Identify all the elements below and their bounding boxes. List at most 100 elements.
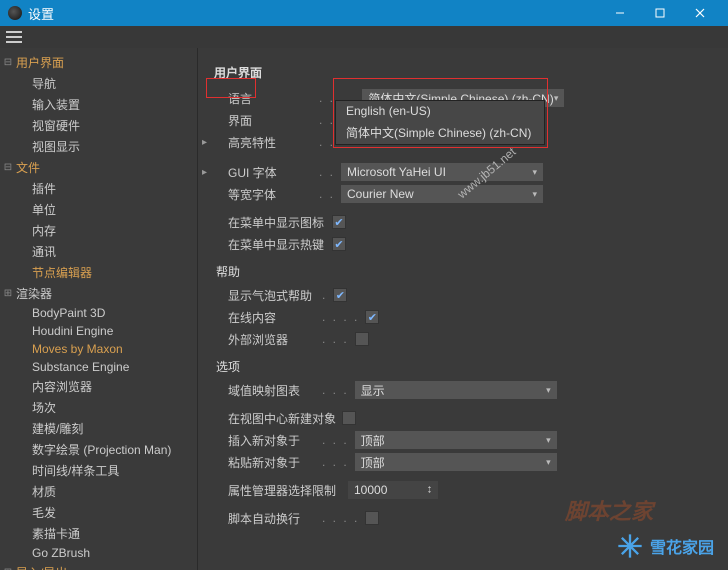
sidebar-item[interactable]: 单位 (0, 199, 197, 220)
chevron-down-icon: ▾ (546, 457, 551, 468)
dropdown-gamut[interactable]: 显示 ▾ (355, 381, 557, 399)
row-gamut: 域值映射图表 . . . 显示 ▾ (214, 379, 712, 401)
label-interface: 界面 (214, 112, 319, 129)
sidebar-item[interactable]: ⊟文件 (0, 157, 197, 178)
label-insert-at: 插入新对象于 (214, 432, 322, 449)
dropdown-option[interactable]: English (en-US) (336, 101, 544, 121)
sidebar-item[interactable]: 建模/雕刻 (0, 418, 197, 439)
checkbox-online[interactable]: ✔ (365, 310, 379, 324)
sidebar-item[interactable]: ⊞渲染器 (0, 283, 197, 304)
sidebar-item[interactable]: 毛发 (0, 502, 197, 523)
sidebar-item[interactable]: 插件 (0, 178, 197, 199)
dropdown-mono-font-value: Courier New (347, 187, 414, 201)
titlebar: 设置 (0, 0, 728, 26)
row-paste-at: 粘贴新对象于 . . . 顶部 ▾ (214, 451, 712, 473)
sidebar-item[interactable]: 导航 (0, 73, 197, 94)
chevron-down-icon: ▾ (554, 93, 559, 104)
sidebar-item[interactable]: 视图显示 (0, 136, 197, 157)
sidebar-item[interactable]: 材质 (0, 481, 197, 502)
row-external: 外部浏览器 . . . (214, 328, 712, 350)
row-insert-at: 插入新对象于 . . . 顶部 ▾ (214, 429, 712, 451)
minimize-button[interactable] (600, 0, 640, 26)
dropdown-mono-font[interactable]: Courier New ▾ (341, 185, 543, 203)
input-attr-limit[interactable]: 10000 ⭥ (348, 481, 438, 499)
checkbox-external[interactable] (355, 332, 369, 346)
row-script-wrap: 脚本自动换行 . . . . (214, 507, 712, 529)
sidebar-item[interactable]: Houdini Engine (0, 322, 197, 340)
dots: . . (319, 165, 335, 179)
row-online: 在线内容 . . . . ✔ (214, 306, 712, 328)
sidebar[interactable]: ⊟用户界面导航输入装置视窗硬件视图显示⊟文件插件单位内存通讯节点编辑器⊞渲染器B… (0, 48, 198, 570)
chevron-right-icon[interactable]: ▸ (202, 167, 207, 178)
window-controls (600, 0, 720, 26)
sidebar-item[interactable]: ⊞导入/导出 (0, 562, 197, 570)
sidebar-item[interactable]: 场次 (0, 397, 197, 418)
row-gui-font: ▸ GUI 字体 . . Microsoft YaHei UI ▾ (214, 161, 712, 183)
label-bubble: 显示气泡式帮助 (214, 287, 322, 304)
sidebar-item[interactable]: 节点编辑器 (0, 262, 197, 283)
checkbox-show-hotkeys[interactable]: ✔ (332, 237, 346, 251)
section-options-title: 选项 (216, 358, 712, 375)
dropdown-gui-font[interactable]: Microsoft YaHei UI ▾ (341, 163, 543, 181)
label-external: 外部浏览器 (214, 331, 322, 348)
window-title: 设置 (28, 4, 600, 23)
label-attr-limit: 属性管理器选择限制 (214, 482, 348, 499)
checkbox-new-in-view[interactable] (342, 411, 356, 425)
dropdown-gui-font-value: Microsoft YaHei UI (347, 165, 446, 179)
label-paste-at: 粘贴新对象于 (214, 454, 322, 471)
main-area: ⊟用户界面导航输入装置视窗硬件视图显示⊟文件插件单位内存通讯节点编辑器⊞渲染器B… (0, 48, 728, 570)
label-gamut: 域值映射图表 (214, 382, 322, 399)
sidebar-item[interactable]: 视窗硬件 (0, 115, 197, 136)
checkbox-script-wrap[interactable] (365, 511, 379, 525)
row-bubble: 显示气泡式帮助 . ✔ (214, 284, 712, 306)
sidebar-item[interactable]: Go ZBrush (0, 544, 197, 562)
sidebar-item[interactable]: 时间线/样条工具 (0, 460, 197, 481)
sidebar-item[interactable]: Substance Engine (0, 358, 197, 376)
row-show-hotkeys: 在菜单中显示热键 ✔ (214, 233, 712, 255)
sidebar-item[interactable]: 内容浏览器 (0, 376, 197, 397)
dropdown-insert-at[interactable]: 顶部 ▾ (355, 431, 557, 449)
checkbox-show-icons[interactable]: ✔ (332, 215, 346, 229)
stepper-icon: ⭥ (427, 485, 432, 496)
sidebar-item[interactable]: 素描卡通 (0, 523, 197, 544)
chevron-right-icon[interactable]: ▸ (202, 137, 207, 148)
dots: . . (319, 187, 335, 201)
section-help-title: 帮助 (216, 263, 712, 280)
menubar (0, 26, 728, 48)
label-new-in-view: 在视图中心新建对象 (214, 410, 342, 427)
chevron-down-icon: ▾ (532, 167, 537, 178)
hamburger-icon[interactable] (6, 31, 22, 43)
chevron-down-icon: ▾ (532, 189, 537, 200)
row-new-in-view: 在视图中心新建对象 (214, 407, 712, 429)
row-attr-limit: 属性管理器选择限制 10000 ⭥ (214, 479, 712, 501)
chevron-down-icon: ▾ (546, 435, 551, 446)
label-language: 语言 (214, 90, 319, 107)
sidebar-item[interactable]: 输入装置 (0, 94, 197, 115)
close-button[interactable] (680, 0, 720, 26)
row-show-icons: 在菜单中显示图标 ✔ (214, 211, 712, 233)
section-ui-title: 用户界面 (214, 64, 712, 81)
chevron-down-icon: ▾ (546, 385, 551, 396)
sidebar-item[interactable]: BodyPaint 3D (0, 304, 197, 322)
dots: . . (319, 135, 335, 149)
sidebar-item[interactable]: Moves by Maxon (0, 340, 197, 358)
sidebar-item[interactable]: 数字绘景 (Projection Man) (0, 439, 197, 460)
label-script-wrap: 脚本自动换行 (214, 510, 322, 527)
maximize-button[interactable] (640, 0, 680, 26)
label-online: 在线内容 (214, 309, 322, 326)
sidebar-item[interactable]: 内存 (0, 220, 197, 241)
dropdown-option[interactable]: 简体中文(Simple Chinese) (zh-CN) (336, 121, 544, 144)
dropdown-paste-at[interactable]: 顶部 ▾ (355, 453, 557, 471)
checkbox-bubble[interactable]: ✔ (333, 288, 347, 302)
label-show-hotkeys: 在菜单中显示热键 (214, 236, 332, 253)
app-icon (8, 6, 22, 20)
dropdown-language-list[interactable]: English (en-US) 简体中文(Simple Chinese) (zh… (335, 100, 545, 145)
label-gui-font: ▸ GUI 字体 (214, 164, 319, 181)
sidebar-item[interactable]: ⊟用户界面 (0, 52, 197, 73)
row-mono-font: 等宽字体 . . Courier New ▾ (214, 183, 712, 205)
label-show-icons: 在菜单中显示图标 (214, 214, 332, 231)
content-panel: 用户界面 语言 . . . . 简体中文(Simple Chinese) (zh… (198, 48, 728, 570)
sidebar-item[interactable]: 通讯 (0, 241, 197, 262)
label-highlight: ▸ 高亮特性 (214, 134, 319, 151)
label-mono-font: 等宽字体 (214, 186, 319, 203)
